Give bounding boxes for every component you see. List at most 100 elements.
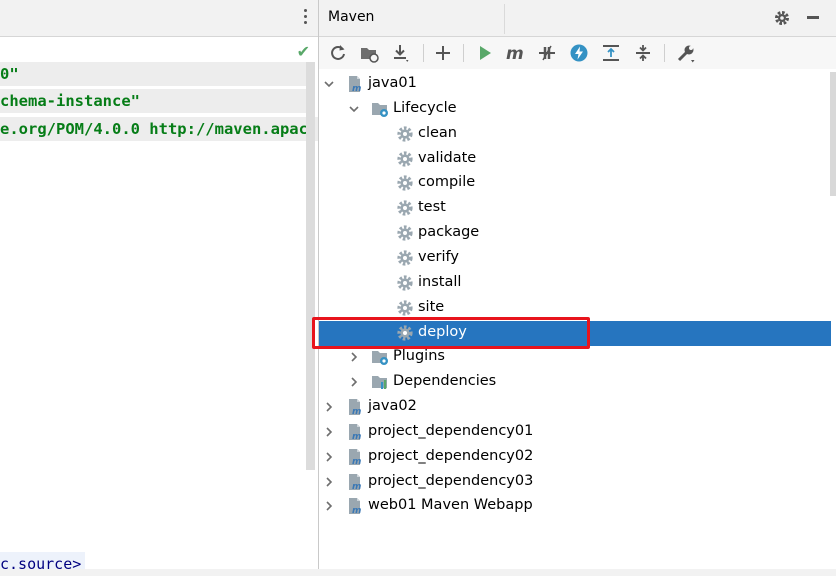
chevron-right-icon[interactable] bbox=[349, 377, 359, 387]
tree-item-label: deploy bbox=[418, 323, 467, 340]
chevron-down-icon[interactable] bbox=[324, 79, 334, 89]
tree-item-verify[interactable]: verify bbox=[319, 246, 831, 271]
code-line-1: 0" bbox=[0, 62, 306, 86]
tree-item-label: Plugins bbox=[393, 348, 445, 365]
chevron-right-icon[interactable] bbox=[324, 477, 334, 487]
svg-text:m: m bbox=[352, 482, 361, 491]
tree-item-label: project_dependency01 bbox=[368, 422, 534, 439]
maven-project-icon: m bbox=[346, 448, 364, 467]
tree-item-label: java02 bbox=[368, 398, 417, 415]
tree-item-deploy[interactable]: deploy bbox=[319, 320, 831, 346]
tree-item-java02[interactable]: m java02 bbox=[319, 395, 831, 420]
gear-icon bbox=[396, 150, 414, 168]
lifecycle-folder-icon bbox=[371, 348, 389, 366]
gear-icon bbox=[396, 324, 414, 342]
gear-icon bbox=[396, 199, 414, 217]
toolbar-separator bbox=[463, 44, 464, 62]
tree-item-project-dependency01[interactable]: m project_dependency01 bbox=[319, 420, 831, 445]
add-icon[interactable] bbox=[433, 43, 453, 63]
minimize-icon[interactable] bbox=[807, 16, 819, 19]
inspection-ok-icon[interactable]: ✔ bbox=[297, 42, 310, 61]
maven-project-icon: m bbox=[346, 423, 364, 442]
gear-icon bbox=[396, 274, 414, 292]
tree-item-label: validate bbox=[418, 149, 477, 166]
tree-item-java01[interactable]: m java01 bbox=[319, 72, 831, 97]
wrench-icon[interactable] bbox=[676, 43, 696, 63]
tree-item-clean[interactable]: clean bbox=[319, 122, 831, 147]
tree-item-plugins[interactable]: Plugins bbox=[319, 345, 831, 370]
tree-scrollbar[interactable] bbox=[830, 72, 836, 196]
tree-item-label: project_dependency03 bbox=[368, 472, 534, 489]
maven-title: Maven bbox=[328, 9, 375, 25]
editor-scrollbar[interactable] bbox=[306, 62, 315, 470]
tree-item-site[interactable]: site bbox=[319, 296, 831, 321]
tree-item-label: install bbox=[418, 273, 462, 290]
gear-icon bbox=[396, 174, 414, 192]
toolbar-separator bbox=[664, 44, 665, 62]
svg-text:m: m bbox=[352, 432, 361, 441]
tree-item-project-dependency02[interactable]: m project_dependency02 bbox=[319, 445, 831, 470]
tree-item-label: web01 Maven Webapp bbox=[368, 497, 533, 514]
maven-toolbar: m bbox=[319, 37, 836, 69]
tree-item-label: Lifecycle bbox=[393, 99, 457, 116]
tree-item-compile[interactable]: compile bbox=[319, 171, 831, 196]
chevron-right-icon[interactable] bbox=[324, 427, 334, 437]
reload-icon[interactable] bbox=[328, 43, 348, 63]
maven-project-icon: m bbox=[346, 75, 364, 94]
tree-item-project-dependency03[interactable]: m project_dependency03 bbox=[319, 470, 831, 495]
tree-item-web01-maven-webapp[interactable]: m web01 Maven Webapp bbox=[319, 494, 831, 519]
code-line-3: e.org/POM/4.0.0 http://maven.apac bbox=[0, 117, 318, 141]
gear-icon bbox=[396, 125, 414, 143]
maven-header: Maven bbox=[319, 0, 836, 37]
tree-item-label: test bbox=[418, 199, 446, 216]
tree-item-dependencies[interactable]: Dependencies bbox=[319, 370, 831, 395]
more-options-icon[interactable] bbox=[304, 9, 308, 27]
show-dependencies-icon[interactable] bbox=[601, 43, 621, 63]
chevron-right-icon[interactable] bbox=[349, 352, 359, 362]
gear-icon bbox=[396, 249, 414, 267]
tree-item-label: Dependencies bbox=[393, 373, 497, 390]
tree-item-install[interactable]: install bbox=[319, 271, 831, 296]
maven-project-icon: m bbox=[346, 398, 364, 417]
svg-text:m: m bbox=[352, 407, 361, 416]
tree-item-label: compile bbox=[418, 174, 476, 191]
download-icon[interactable] bbox=[391, 43, 411, 63]
run-icon[interactable] bbox=[475, 43, 495, 63]
lifecycle-folder-icon bbox=[371, 100, 389, 118]
gear-icon[interactable] bbox=[773, 9, 791, 27]
header-divider bbox=[504, 4, 505, 34]
code-line-bottom: c.source> bbox=[0, 552, 86, 573]
svg-text:m: m bbox=[352, 506, 361, 515]
tree-item-label: java01 bbox=[368, 75, 417, 91]
dependencies-folder-icon bbox=[371, 373, 389, 391]
chevron-right-icon[interactable] bbox=[324, 452, 334, 462]
gear-icon bbox=[396, 299, 414, 317]
editor-header bbox=[0, 0, 318, 37]
generate-sources-icon[interactable] bbox=[359, 43, 379, 63]
tree-item-package[interactable]: package bbox=[319, 221, 831, 246]
svg-text:m: m bbox=[506, 44, 524, 63]
maven-project-icon: m bbox=[346, 473, 364, 492]
tree-item-label: verify bbox=[418, 248, 459, 265]
chevron-right-icon[interactable] bbox=[324, 501, 334, 512]
tree-item-validate[interactable]: validate bbox=[319, 147, 831, 172]
chevron-right-icon[interactable] bbox=[324, 402, 334, 412]
tree-item-test[interactable]: test bbox=[319, 196, 831, 221]
chevron-down-icon[interactable] bbox=[349, 104, 359, 114]
tree-item-label: package bbox=[418, 224, 480, 241]
maven-project-icon: m bbox=[346, 497, 364, 516]
tree-item-label: clean bbox=[418, 124, 457, 141]
skip-tests-icon[interactable] bbox=[569, 43, 589, 63]
svg-text:m: m bbox=[352, 84, 361, 93]
svg-text:m: m bbox=[352, 457, 361, 466]
tree-item-label: project_dependency02 bbox=[368, 447, 534, 464]
toolbar-separator bbox=[423, 44, 424, 62]
code-line-2: chema-instance" bbox=[0, 89, 306, 113]
code-editor[interactable]: ✔ 0" chema-instance" e.org/POM/4.0.0 htt… bbox=[0, 0, 318, 573]
toggle-offline-icon[interactable] bbox=[537, 43, 557, 63]
tree-item-label: site bbox=[418, 298, 445, 315]
execute-goal-icon[interactable]: m bbox=[505, 43, 525, 63]
maven-tool-window: Maven m m java01 Lifecycle clean validat… bbox=[319, 0, 836, 569]
collapse-all-icon[interactable] bbox=[633, 43, 653, 63]
tree-item-lifecycle[interactable]: Lifecycle bbox=[319, 97, 831, 122]
